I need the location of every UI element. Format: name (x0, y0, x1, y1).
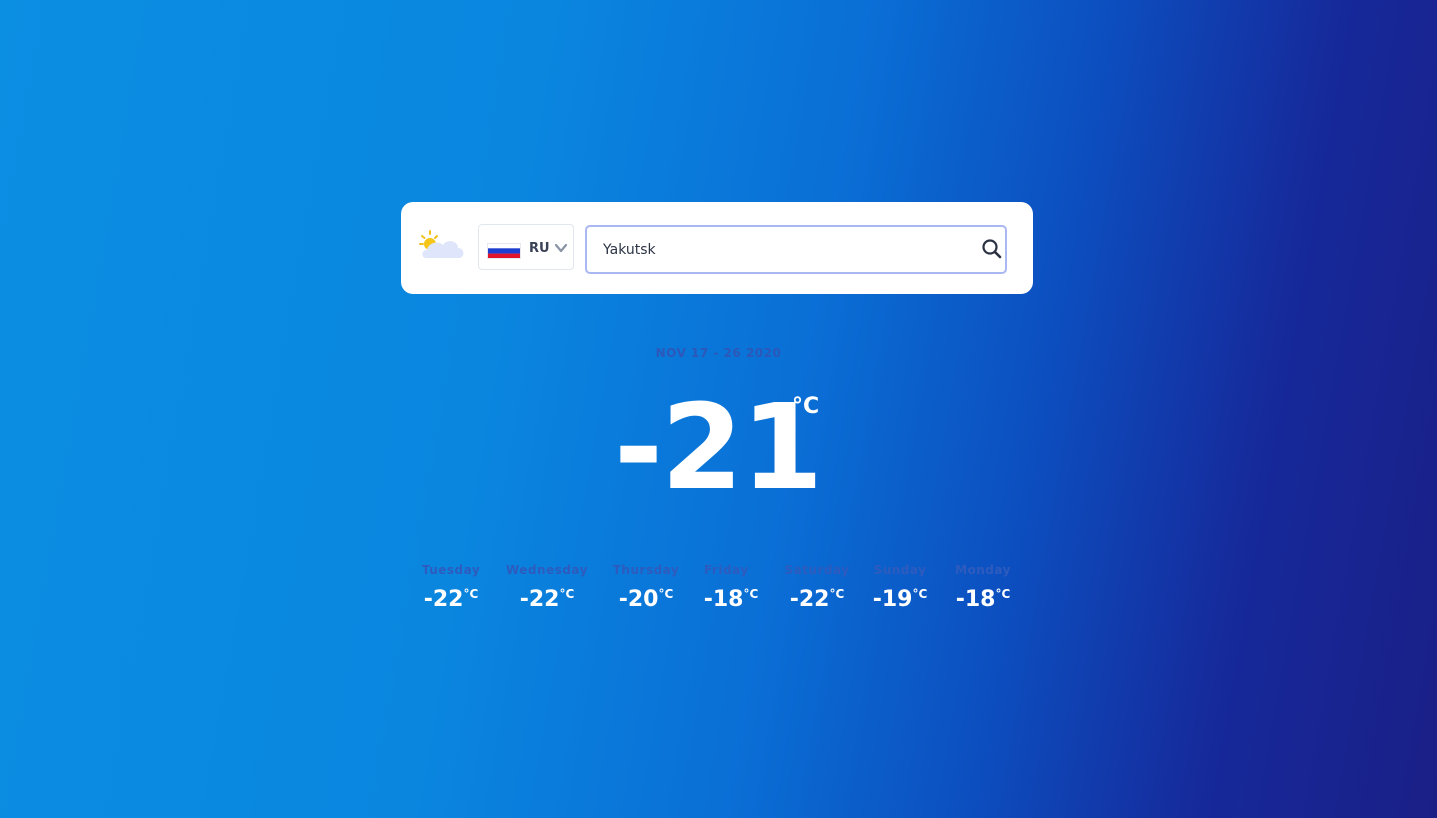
forecast-temp-unit: °C (743, 587, 759, 601)
current-temperature: -21 °C (614, 382, 874, 512)
russia-flag-icon (487, 243, 521, 259)
forecast-temp: -22°C (780, 587, 854, 612)
current-temperature-unit: °C (792, 394, 820, 419)
forecast-day-name: Thursday (612, 563, 680, 577)
forecast-day: Tuesday -22°C (415, 563, 487, 623)
forecast-temp: -19°C (866, 587, 934, 612)
forecast-temp: -22°C (415, 587, 487, 612)
forecast-temp-value: -18 (703, 587, 744, 612)
language-select[interactable]: RU (478, 224, 574, 270)
forecast-day: Friday -18°C (698, 563, 764, 623)
forecast-temp-unit: °C (829, 587, 845, 601)
forecast-temp-value: -22 (423, 587, 464, 612)
forecast-temp-value: -19 (872, 587, 913, 612)
forecast-temp: -18°C (949, 587, 1017, 612)
forecast-day-name: Friday (704, 563, 749, 577)
forecast-temp-unit: °C (912, 587, 928, 601)
forecast-temp: -22°C (504, 587, 590, 612)
forecast-temp: -18°C (698, 587, 764, 612)
forecast-temp-value: -22 (519, 587, 560, 612)
forecast-day: Wednesday -22°C (504, 563, 590, 623)
search-card: RU (401, 202, 1033, 294)
city-search-input[interactable] (603, 237, 963, 263)
forecast-temp-unit: °C (559, 587, 575, 601)
forecast-day: Saturday -22°C (780, 563, 854, 623)
forecast-temp-unit: °C (995, 587, 1011, 601)
forecast-temp-value: -18 (955, 587, 996, 612)
forecast-temp-value: -22 (789, 587, 830, 612)
chevron-down-icon (554, 243, 568, 253)
forecast-day-name: Tuesday (421, 563, 481, 577)
forecast-day-name: Saturday (784, 563, 850, 577)
date-range: NOV 17 - 26 2020 (655, 346, 782, 360)
forecast-day: Sunday -19°C (866, 563, 934, 623)
forecast-day: Monday -18°C (949, 563, 1017, 623)
partly-cloudy-icon (419, 230, 464, 258)
forecast-day: Thursday -20°C (608, 563, 684, 623)
search-icon[interactable] (981, 238, 1003, 260)
forecast-day-name: Monday (955, 563, 1011, 577)
current-temperature-value: -21 (614, 378, 823, 516)
forecast-day-name: Sunday (873, 563, 927, 577)
forecast-temp: -20°C (608, 587, 684, 612)
forecast-temp-unit: °C (463, 587, 479, 601)
forecast-temp-unit: °C (658, 587, 674, 601)
forecast-temp-value: -20 (618, 587, 659, 612)
language-code: RU (529, 241, 550, 256)
forecast-day-name: Wednesday (505, 563, 588, 577)
city-search-box (585, 225, 1007, 274)
